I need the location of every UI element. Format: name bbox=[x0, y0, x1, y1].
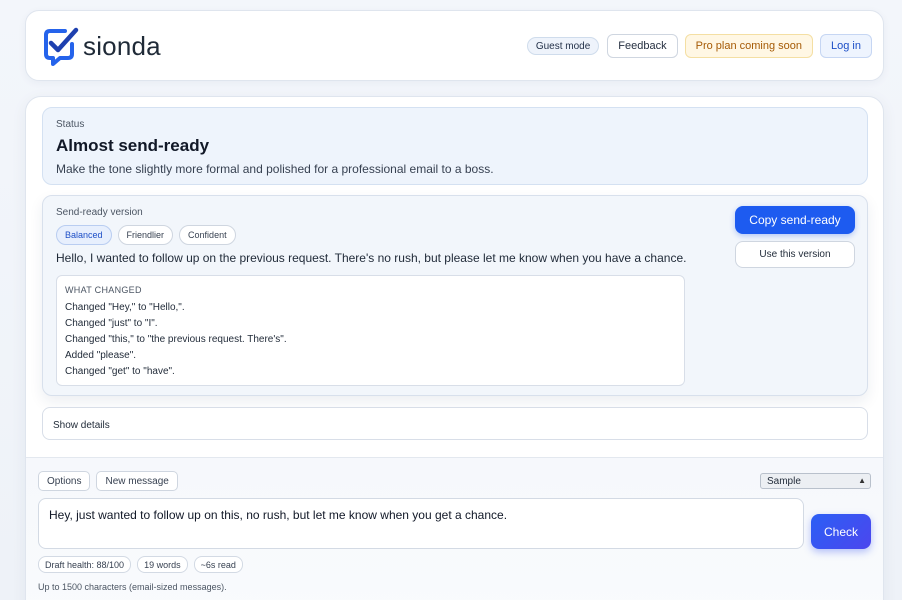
draft-meta: Draft health: 88/100 19 words ~6s read bbox=[38, 556, 243, 573]
sample-select-value: Sample bbox=[767, 475, 801, 487]
show-details-toggle[interactable]: Show details bbox=[42, 407, 868, 440]
send-ready-text: Hello, I wanted to follow up on the prev… bbox=[56, 251, 687, 265]
new-message-button[interactable]: New message bbox=[96, 471, 178, 491]
pro-plan-button[interactable]: Pro plan coming soon bbox=[684, 34, 814, 58]
draft-textarea[interactable]: Hey, just wanted to follow up on this, n… bbox=[38, 498, 804, 549]
composer: Options New message Sample ▲ Hey, just w… bbox=[26, 457, 883, 600]
change-item: Changed "this," to "the previous request… bbox=[65, 334, 287, 345]
read-time-badge: ~6s read bbox=[193, 556, 243, 573]
change-item: Changed "just" to "I". bbox=[65, 318, 158, 329]
tone-selector: Balanced Friendlier Confident bbox=[56, 225, 236, 245]
tone-balanced[interactable]: Balanced bbox=[56, 225, 112, 245]
options-button[interactable]: Options bbox=[38, 471, 91, 491]
character-limit-note: Up to 1500 characters (email-sized messa… bbox=[38, 582, 227, 592]
what-changed-box: WHAT CHANGED Changed "Hey," to "Hello,".… bbox=[56, 275, 685, 386]
change-item: Added "please". bbox=[65, 350, 137, 361]
main-panel: Status Almost send-ready Make the tone s… bbox=[25, 96, 884, 600]
send-ready-card: Send-ready version Balanced Friendlier C… bbox=[42, 195, 868, 396]
check-button[interactable]: Check bbox=[811, 514, 871, 549]
brand-name: sionda bbox=[83, 30, 161, 61]
status-card: Status Almost send-ready Make the tone s… bbox=[42, 107, 868, 185]
app-header: sionda Guest mode Feedback Pro plan comi… bbox=[25, 10, 884, 81]
header-actions: Guest mode Feedback Pro plan coming soon… bbox=[526, 34, 872, 58]
change-item: Changed "Hey," to "Hello,". bbox=[65, 302, 185, 313]
word-count-badge: 19 words bbox=[137, 556, 188, 573]
status-title: Almost send-ready bbox=[56, 136, 210, 155]
guest-mode-badge: Guest mode bbox=[526, 37, 600, 55]
status-label: Status bbox=[56, 119, 85, 130]
tone-confident[interactable]: Confident bbox=[179, 225, 236, 245]
login-button[interactable]: Log in bbox=[820, 34, 872, 58]
composer-toolbar: Options New message bbox=[38, 471, 178, 491]
sample-select[interactable]: Sample ▲ bbox=[760, 473, 871, 489]
brand-logo[interactable]: sionda bbox=[41, 26, 161, 66]
select-arrows-icon: ▲ bbox=[858, 476, 866, 485]
what-changed-title: WHAT CHANGED bbox=[65, 285, 142, 295]
send-ready-label: Send-ready version bbox=[56, 207, 143, 218]
show-details-label: Show details bbox=[53, 420, 110, 431]
checkbox-chat-icon bbox=[44, 27, 79, 66]
change-item: Changed "get" to "have". bbox=[65, 366, 175, 377]
feedback-button[interactable]: Feedback bbox=[607, 34, 678, 58]
draft-health-badge: Draft health: 88/100 bbox=[38, 556, 132, 573]
use-this-version-button[interactable]: Use this version bbox=[735, 241, 855, 268]
status-description: Make the tone slightly more formal and p… bbox=[56, 162, 494, 176]
copy-send-ready-button[interactable]: Copy send-ready bbox=[735, 206, 855, 234]
tone-friendlier[interactable]: Friendlier bbox=[117, 225, 174, 245]
